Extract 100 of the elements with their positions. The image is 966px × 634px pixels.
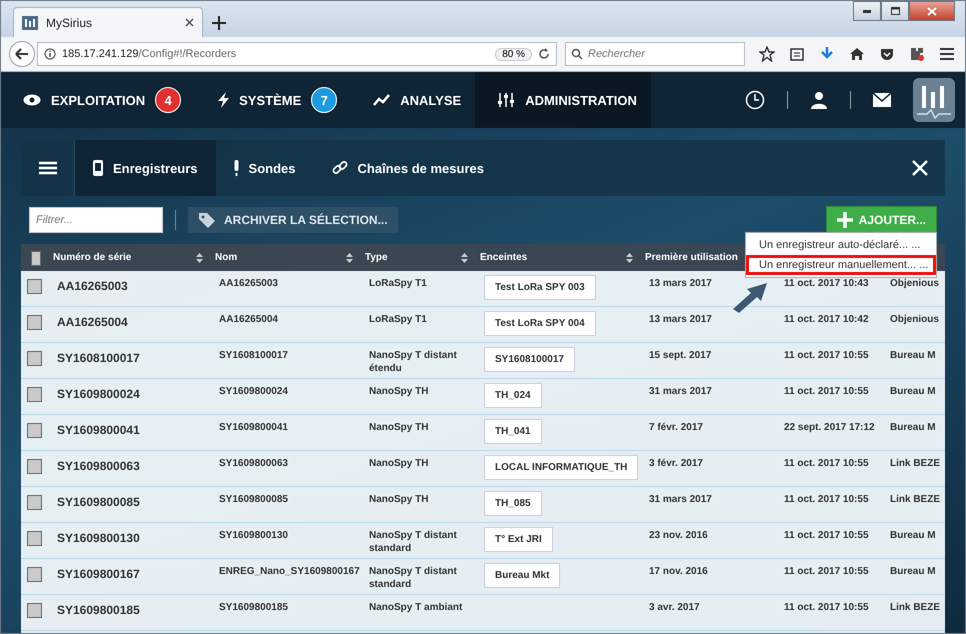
enclosure-tag[interactable]: T° Ext JRI [484,527,553,552]
table-cell-text: SY1609800185 [218,601,289,614]
column-header[interactable]: Type [365,252,388,263]
row-checkbox[interactable] [27,495,42,510]
user-icon[interactable] [810,91,828,109]
serial-number: SY1609800130 [56,530,141,547]
archive-button[interactable]: ARCHIVER LA SÉLECTION... [188,207,398,233]
arrow-left-icon [15,48,29,60]
table-cell-text: AA16265003 [218,277,279,290]
select-all-checkbox[interactable] [31,251,41,266]
table-cell-text: NanoSpy T ambiant [368,601,464,614]
table-cell-text: SY1608100017 [218,349,289,362]
browser-tab[interactable]: MySirius [13,7,203,37]
column-header[interactable]: Numéro de série [53,252,132,263]
menu-icon[interactable] [939,46,955,62]
table-cell-text: 23 nov. 2016 [648,529,709,542]
logo-icon [913,78,955,122]
table-cell-text: 11 oct. 2017 10:55 [783,565,870,578]
clock-icon[interactable] [745,90,765,110]
sort-icon[interactable] [196,252,203,262]
table-cell-text: LoRaSpy T1 [368,277,428,290]
filter-field[interactable]: Filtrer... [29,207,163,233]
menu-item[interactable]: Un enregistreur manuellement... ... [746,255,936,275]
plus-icon [836,212,853,228]
search-icon [571,48,583,60]
table-cell-text: ENREG_Nano_SY1609800167 [218,565,361,578]
sort-icon[interactable] [461,252,468,262]
nav-tab[interactable]: EXPLOITATION 4 [1,72,196,128]
plus-icon[interactable] [211,15,227,31]
sort-icon[interactable] [626,252,633,262]
enclosure-tag[interactable]: Bureau Mkt [484,563,560,588]
table-cell-text: NanoSpy TH [368,457,430,470]
home-icon[interactable] [849,46,865,62]
maximize-icon [890,7,900,15]
enclosure-tag[interactable]: Test LoRa SPY 003 [484,275,596,300]
close-icon [927,6,937,16]
table-cell-text: NanoSpy TH [368,421,430,434]
enclosure-tag[interactable]: TH_041 [484,419,542,444]
menu-item[interactable]: Un enregistreur auto-déclaré... ... [746,235,936,255]
row-checkbox[interactable] [27,531,42,546]
enclosure-tag[interactable]: SY1608100017 [484,347,575,372]
serial-number: AA16265004 [56,314,129,331]
eye-icon [23,94,41,106]
row-checkbox[interactable] [27,351,42,366]
back-button[interactable] [9,41,35,67]
row-checkbox[interactable] [27,315,42,330]
row-checkbox[interactable] [27,387,42,402]
minimize-icon [863,10,871,12]
sliders-icon [497,92,516,108]
table-cell-text: AA16265004 [218,313,279,326]
address-bar[interactable]: 185.17.241.129/Config#!/Recorders 80 % [37,42,557,66]
nav-tab[interactable]: SYSTÈME 7 [195,72,352,128]
zoom-level[interactable]: 80 % [495,48,532,60]
table-cell-text: SY1609800130 [218,529,289,542]
table-cell-text: 11 oct. 2017 10:55 [783,349,870,362]
table-cell-text: SY1609800085 [218,493,289,506]
table-cell-text: NanoSpy T distant étendu [368,349,458,375]
row-checkbox[interactable] [27,567,42,582]
star-icon[interactable] [759,46,775,62]
serial-number: SY1609800063 [56,458,141,475]
search-field[interactable]: Rechercher [565,42,745,66]
count-badge: 7 [311,87,338,113]
enclosure-tag[interactable]: TH_085 [484,491,542,516]
column-header[interactable]: Enceintes [480,252,528,263]
table-cell-text: SY1609800041 [218,421,289,434]
table-cell-text: 11 oct. 2017 10:55 [783,457,870,470]
row-checkbox[interactable] [27,459,42,474]
table-cell-text: Objenious [889,277,940,290]
table-cell-text: Bureau M [889,385,937,398]
pocket-icon[interactable] [879,46,895,62]
table-cell-text: Link BEZE [889,493,942,506]
clipboard-icon[interactable] [789,46,805,62]
tag-icon [198,212,216,228]
enclosure-tag[interactable]: TH_024 [484,383,542,408]
puzzle-icon[interactable] [909,46,925,62]
row-checkbox[interactable] [27,603,42,618]
table-cell-text: NanoSpy TH [368,493,430,506]
sub-tab[interactable]: Chaînes de mesures [314,140,502,196]
envelope-icon[interactable] [873,93,891,107]
maximize-button[interactable] [881,1,909,21]
enclosure-tag[interactable]: Test LoRa SPY 004 [484,311,596,336]
close-icon[interactable] [185,18,194,27]
table-cell-text: Link BEZE [889,457,942,470]
serial-number: AA16265003 [56,278,129,295]
row-checkbox[interactable] [27,423,42,438]
sub-tab[interactable]: Sondes [216,140,314,196]
sort-icon[interactable] [346,252,353,262]
table-cell-text: 11 oct. 2017 10:42 [783,313,870,326]
reload-icon[interactable] [538,48,550,60]
nav-tab[interactable]: ANALYSE [351,72,476,128]
column-header[interactable]: Nom [215,252,238,263]
minimize-button[interactable] [853,1,881,21]
row-checkbox[interactable] [27,279,42,294]
table-cell-text: 13 mars 2017 [648,313,713,326]
table-cell-text: 31 mars 2017 [648,385,713,398]
column-header[interactable]: Première utilisation [645,252,738,263]
table-cell-text: 15 sept. 2017 [648,349,712,362]
sub-tab[interactable]: Enregistreurs [75,140,216,196]
enclosure-tag[interactable]: LOCAL INFORMATIQUE_TH [484,455,638,480]
nav-tab[interactable]: ADMINISTRATION [475,72,651,128]
